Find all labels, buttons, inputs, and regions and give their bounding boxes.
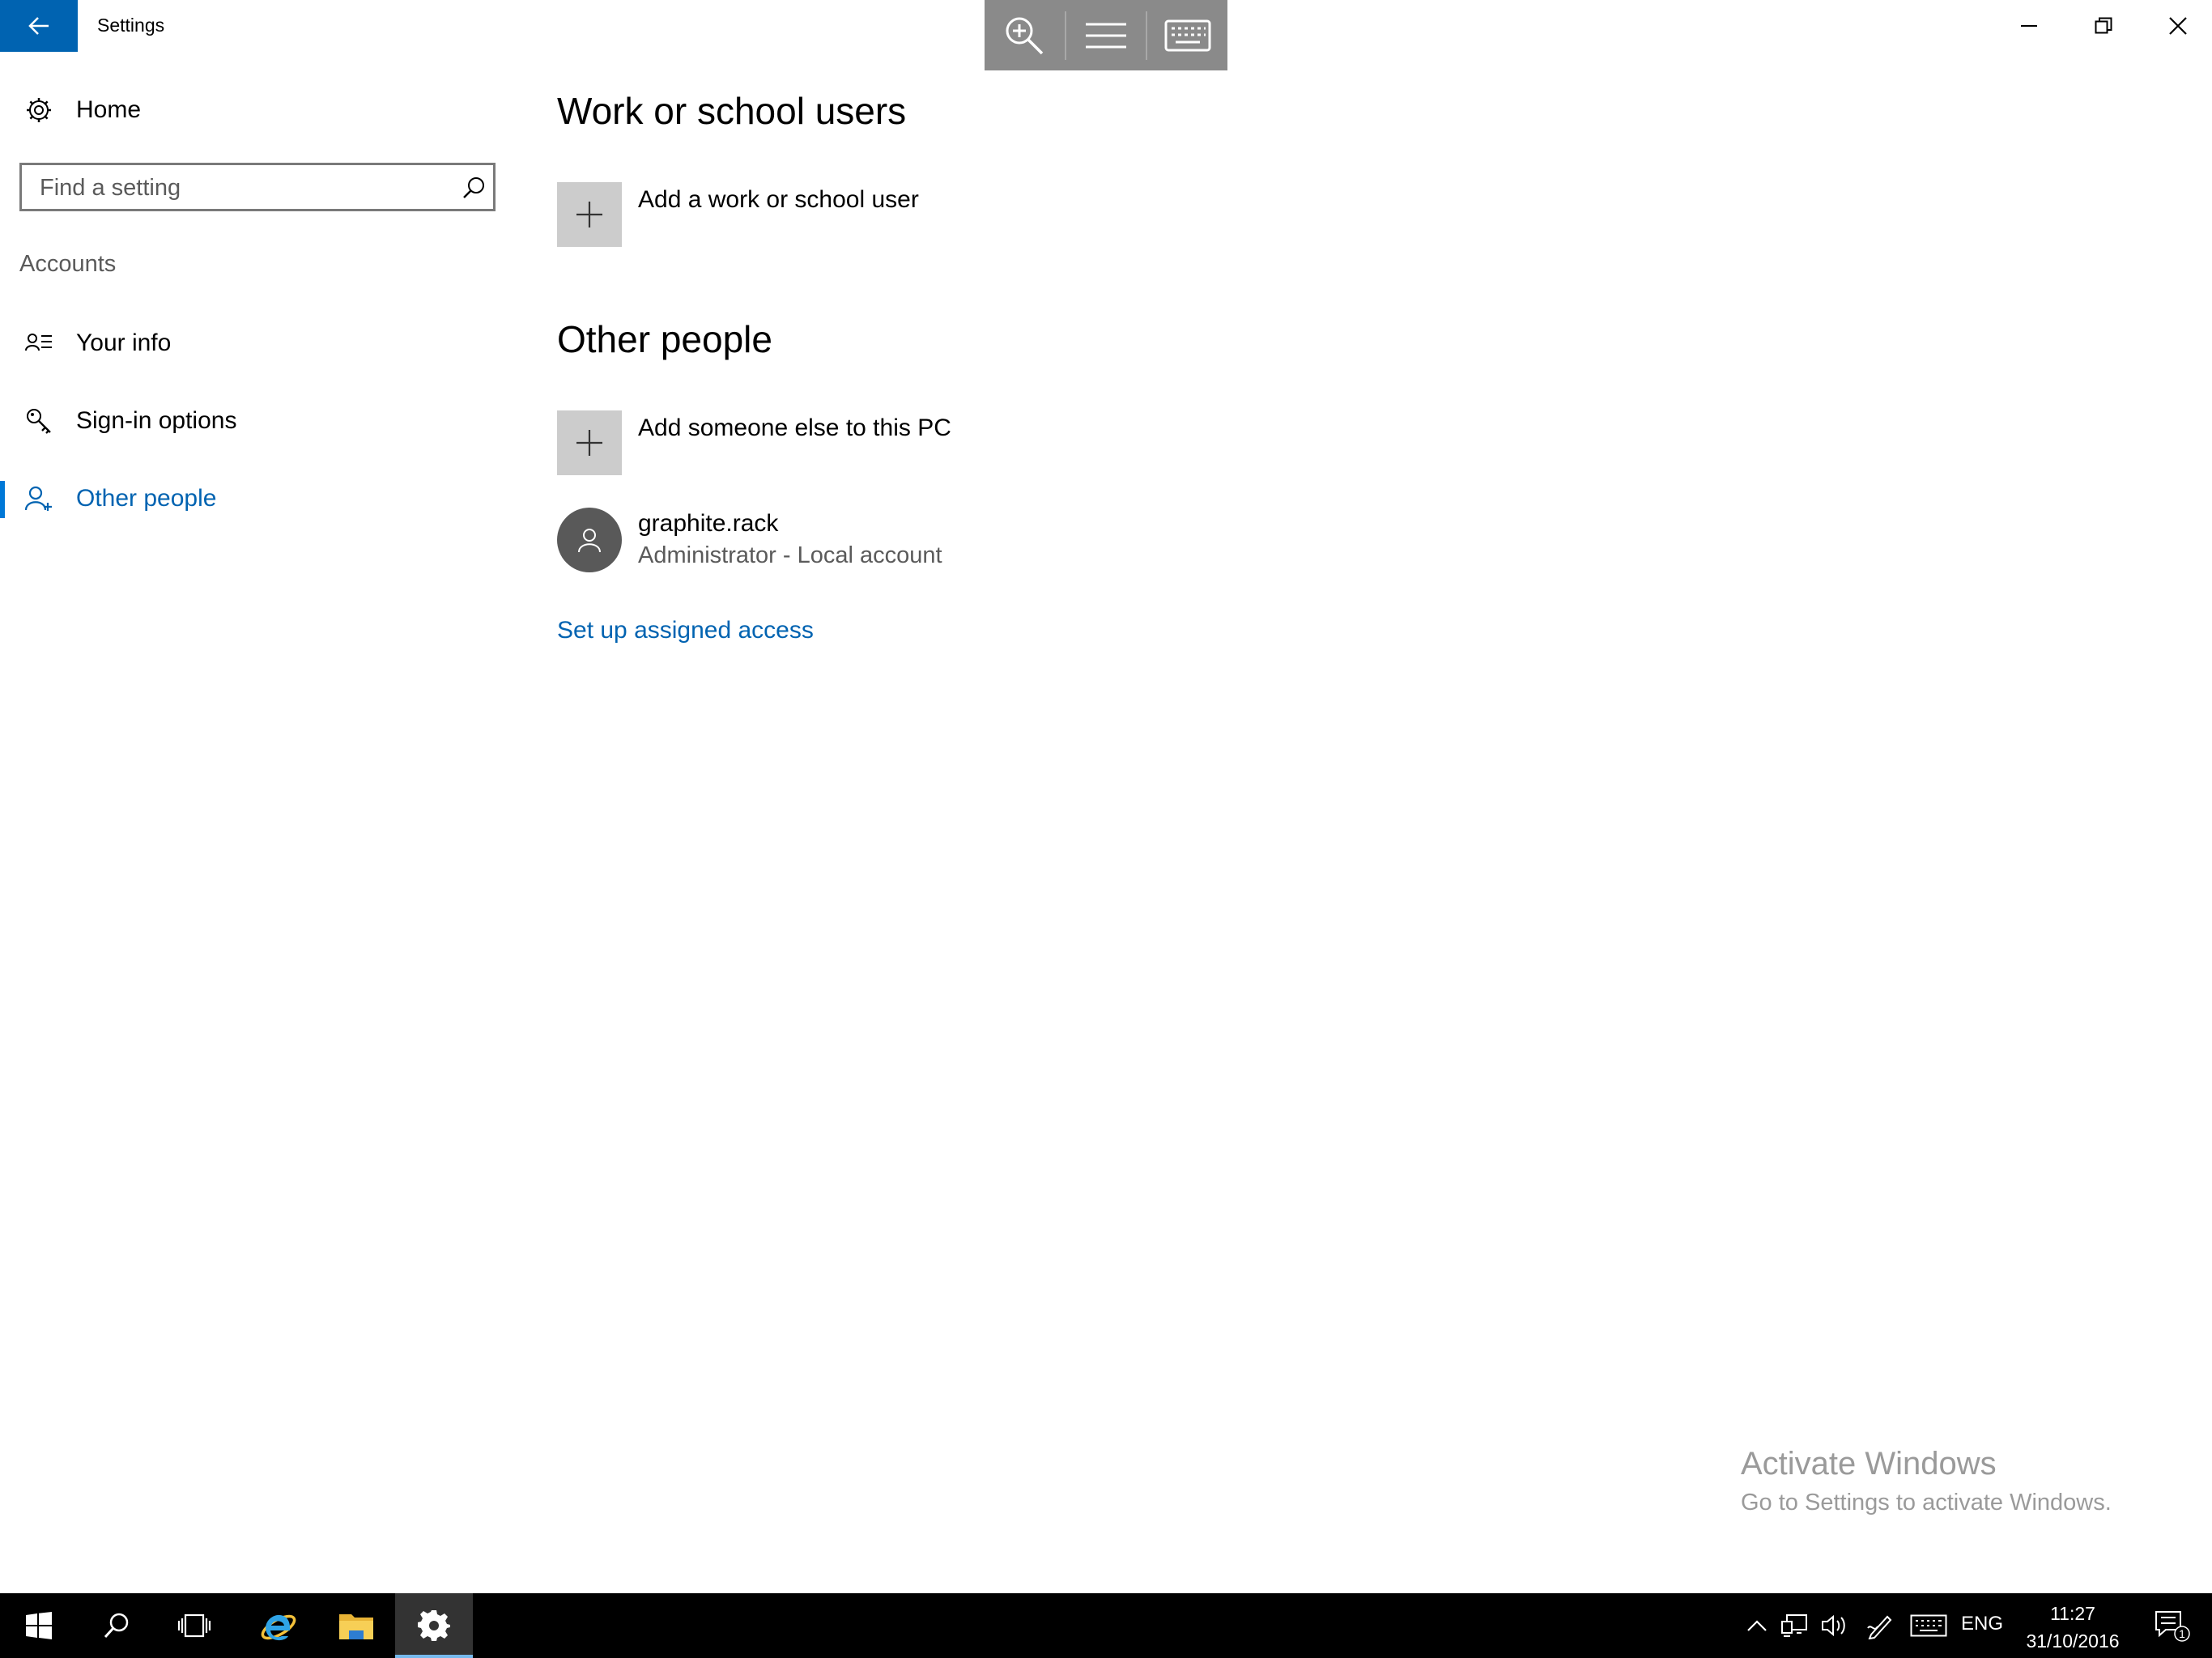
internet-explorer-icon (261, 1614, 296, 1641)
volume-icon (1822, 1614, 1845, 1637)
sidebar-item-your-info[interactable]: Your info (0, 311, 518, 376)
minimize-icon (2021, 25, 2037, 27)
user-name[interactable]: graphite.rack (638, 510, 778, 538)
zoom-button[interactable] (985, 0, 1065, 70)
zoom-in-icon (1006, 17, 1044, 54)
notification-count: 1 (2179, 1627, 2185, 1640)
minimize-button[interactable] (1992, 0, 2066, 52)
other-people-heading: Other people (557, 318, 772, 360)
notification-icon: 1 (2155, 1611, 2190, 1642)
sidebar-item-other-people[interactable]: Other people (0, 466, 518, 531)
key-icon (24, 406, 53, 436)
window-title: Settings (97, 15, 165, 36)
pen-icon (1867, 1615, 1892, 1639)
add-person-icon (24, 484, 53, 513)
activation-watermark-title: Activate Windows (1741, 1446, 1997, 1482)
add-someone-else-label[interactable]: Add someone else to this PC (638, 414, 951, 442)
back-button[interactable] (0, 0, 78, 52)
search-taskbar-button[interactable] (78, 1593, 155, 1658)
taskbar: ENG 11:27 31/10/2016 1 (0, 1593, 2212, 1658)
clock[interactable]: 11:27 31/10/2016 (2021, 1600, 2125, 1655)
start-button[interactable] (0, 1593, 78, 1658)
search-input[interactable] (38, 165, 462, 210)
task-view-button[interactable] (155, 1593, 233, 1658)
network-button[interactable] (1778, 1593, 1810, 1658)
restore-icon (2095, 17, 2112, 34)
search-icon (104, 1613, 129, 1639)
plus-icon (576, 202, 602, 227)
volume-button[interactable] (1819, 1593, 1851, 1658)
add-work-school-user-label[interactable]: Add a work or school user (638, 186, 919, 214)
chevron-up-icon (1747, 1620, 1767, 1631)
gear-icon (24, 96, 53, 125)
sidebar-item-label: Other people (76, 485, 217, 512)
search-box[interactable] (19, 163, 496, 211)
home-link[interactable]: Home (0, 78, 518, 142)
hamburger-menu-icon (1086, 23, 1126, 48)
sidebar-item-label: Your info (76, 329, 172, 356)
sidebar-item-sign-in-options[interactable]: Sign-in options (0, 389, 518, 453)
back-arrow-icon (28, 17, 49, 35)
plus-icon (576, 430, 602, 456)
work-school-heading: Work or school users (557, 90, 907, 132)
gear-icon (418, 1610, 450, 1641)
user-account-type: Administrator - Local account (638, 542, 942, 568)
clock-date: 31/10/2016 (2026, 1630, 2120, 1652)
windows-logo-icon (26, 1612, 52, 1639)
folder-icon (339, 1614, 373, 1639)
task-view-icon (177, 1613, 211, 1638)
keyboard-button[interactable] (1147, 0, 1227, 70)
input-language[interactable]: ENG (1961, 1613, 2003, 1635)
activation-watermark-subtitle: Go to Settings to activate Windows. (1741, 1490, 2112, 1516)
floating-toolbar (985, 0, 1227, 70)
search-icon[interactable] (461, 175, 487, 201)
keyboard-icon (1910, 1614, 1947, 1637)
sidebar-item-label: Sign-in options (76, 407, 237, 434)
home-label: Home (76, 96, 142, 123)
internet-explorer-button[interactable] (240, 1593, 317, 1658)
pen-workspace-button[interactable] (1864, 1593, 1896, 1658)
close-icon (2169, 17, 2187, 35)
add-someone-else-button[interactable] (557, 410, 622, 475)
section-label: Accounts (19, 251, 117, 277)
avatar[interactable] (557, 508, 622, 572)
action-center-button[interactable]: 1 (2147, 1593, 2199, 1658)
add-work-school-user-button[interactable] (557, 182, 622, 247)
keyboard-icon (1164, 19, 1211, 51)
file-explorer-button[interactable] (317, 1593, 395, 1658)
restore-button[interactable] (2066, 0, 2141, 52)
active-indicator (0, 481, 5, 518)
close-button[interactable] (2141, 0, 2212, 52)
settings-taskbar-button[interactable] (395, 1593, 473, 1658)
assigned-access-link[interactable]: Set up assigned access (557, 617, 814, 644)
show-hidden-icons-button[interactable] (1741, 1593, 1773, 1658)
menu-button[interactable] (1066, 0, 1146, 70)
user-icon (578, 529, 601, 553)
contact-info-icon (24, 329, 53, 358)
network-icon (1781, 1614, 1807, 1637)
touch-keyboard-button[interactable] (1908, 1593, 1950, 1658)
clock-time: 11:27 (2050, 1603, 2095, 1624)
